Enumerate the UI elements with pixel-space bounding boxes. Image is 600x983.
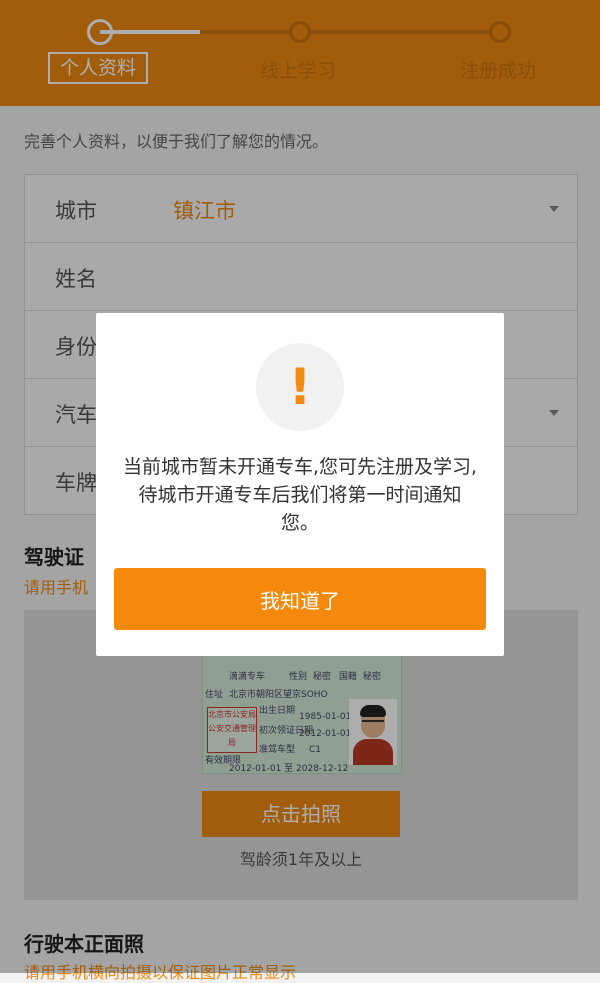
city-not-open-dialog: ! 当前城市暂未开通专车,您可先注册及学习,待城市开通专车后我们将第一时间通知您… (96, 313, 504, 656)
exclamation-icon: ! (256, 343, 344, 431)
got-it-button[interactable]: 我知道了 (114, 568, 486, 630)
dialog-message: 当前城市暂未开通专车,您可先注册及学习,待城市开通专车后我们将第一时间通知您。 (122, 456, 478, 534)
